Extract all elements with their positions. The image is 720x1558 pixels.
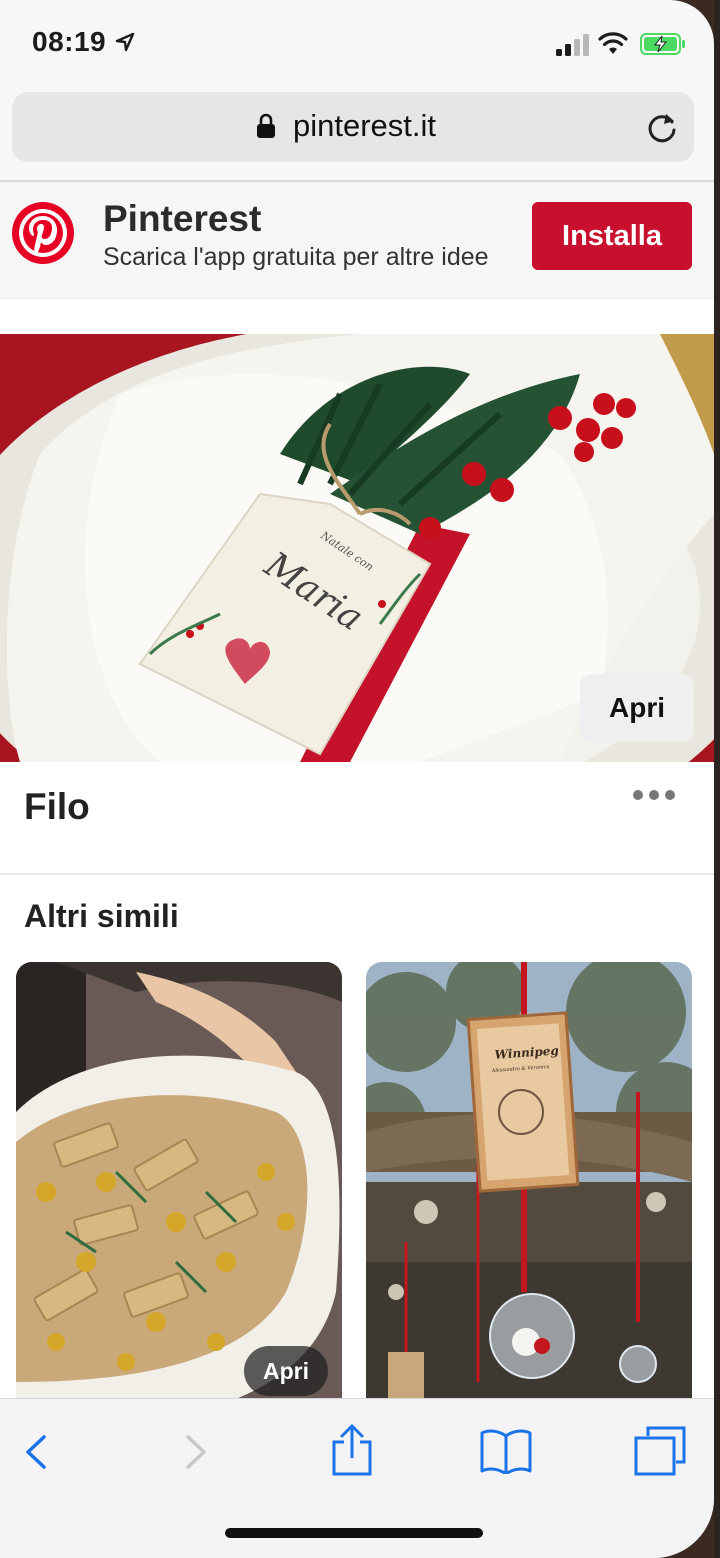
pinterest-logo-icon[interactable] [12, 202, 74, 264]
device-screen: 08:19 pinterest.it Pinterest Scarica l'a… [0, 0, 714, 1558]
battery-charging-icon [640, 33, 685, 55]
device-edge [714, 0, 720, 1558]
share-icon[interactable] [330, 1424, 374, 1476]
similar-pin-image-2[interactable]: Winnipeg Alessandro & Veronica [366, 962, 692, 1432]
open-pin-button[interactable]: Apri [580, 674, 694, 742]
reload-icon[interactable] [646, 110, 678, 144]
more-like-this-heading: Altri simili [24, 898, 179, 934]
lock-icon [257, 113, 275, 138]
install-button[interactable]: Installa [532, 202, 692, 270]
url-text[interactable]: pinterest.it [293, 108, 436, 144]
forward-chevron-icon[interactable] [184, 1434, 210, 1470]
divider [0, 298, 714, 299]
banner-subtitle: Scarica l'app gratuita per altre idee [103, 243, 489, 271]
back-chevron-icon[interactable] [22, 1434, 48, 1470]
wifi-icon [598, 32, 628, 54]
open-similar-pin-button[interactable]: Apri [244, 1346, 328, 1396]
divider [0, 873, 714, 875]
cellular-signal-icon [556, 34, 589, 56]
bookmarks-icon[interactable] [480, 1428, 532, 1474]
tabs-icon[interactable] [634, 1426, 686, 1476]
status-time: 08:19 [32, 26, 107, 57]
status-bar: 08:19 [0, 0, 714, 84]
home-indicator[interactable] [225, 1528, 483, 1538]
location-arrow-icon [115, 32, 135, 52]
pin-title: Filo [24, 786, 90, 827]
more-options-icon[interactable] [632, 788, 676, 802]
banner-title: Pinterest [103, 198, 262, 239]
